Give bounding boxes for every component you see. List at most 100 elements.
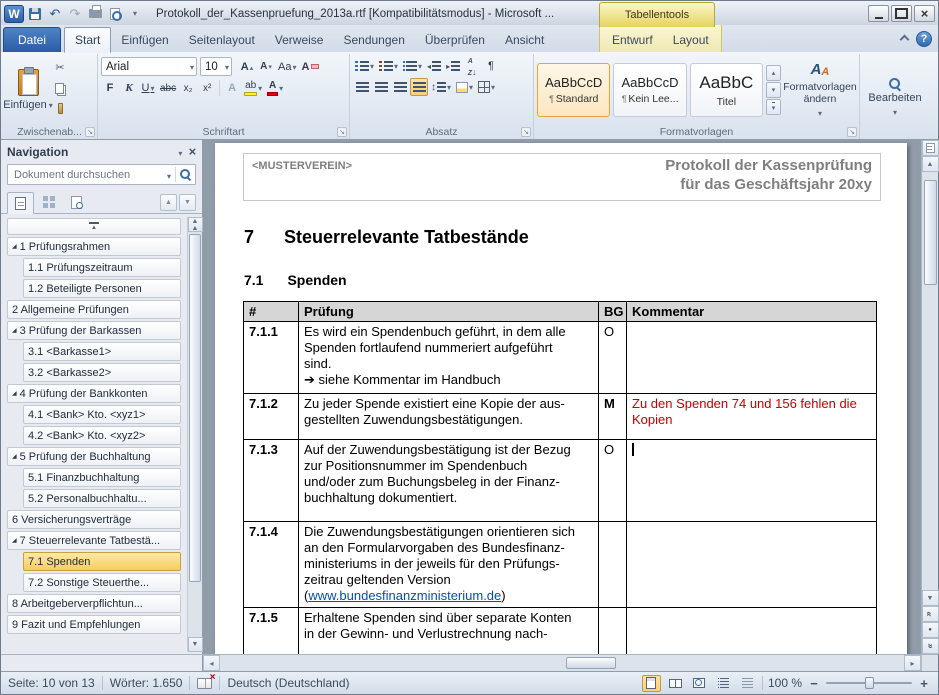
document-page[interactable]: <MUSTERVEREIN> Protokoll der Kassenprüfu… (215, 143, 907, 654)
align-right-button[interactable] (391, 78, 409, 96)
bg-cell[interactable]: M (599, 394, 627, 440)
nav-item-8[interactable]: 8 Arbeitgeberverpflichtun... (7, 594, 181, 613)
kommentar-cell[interactable] (627, 608, 877, 654)
tab-entwurf[interactable]: Entwurf (602, 28, 663, 52)
nav-item-4.1[interactable]: 4.1 <Bank> Kto. <xyz1> (23, 405, 181, 424)
scroll-left-button[interactable] (203, 655, 220, 671)
search-options-dropdown[interactable] (167, 168, 171, 182)
proofing-status-icon[interactable] (197, 678, 212, 689)
collapse-triangle-icon[interactable]: ◢ (12, 391, 17, 397)
next-page-button[interactable] (922, 638, 939, 654)
highlight-color-button[interactable]: ab (242, 79, 264, 97)
styles-scroll-up-button[interactable] (766, 65, 781, 81)
header-right-text[interactable]: Protokoll der Kassenprüfung für das Gesc… (665, 157, 872, 195)
close-button[interactable] (914, 5, 935, 22)
increase-indent-button[interactable] (444, 57, 462, 75)
font-color-button[interactable]: A (265, 79, 285, 97)
bullets-button[interactable] (353, 57, 376, 75)
bg-cell[interactable] (599, 608, 627, 654)
print-layout-view-button[interactable] (642, 675, 661, 692)
justify-button[interactable] (410, 78, 428, 96)
nav-item-5.2[interactable]: 5.2 Personalbuchhaltu... (23, 489, 181, 508)
paste-button[interactable]: Einfügen (5, 56, 51, 124)
pruefung-cell[interactable]: Die Zuwendungsbestätigungen orientieren … (299, 522, 599, 608)
tab-browse-pages[interactable] (35, 191, 62, 213)
nav-item-5.1[interactable]: 5.1 Finanzbuchhaltung (23, 468, 181, 487)
tab-verweise[interactable]: Verweise (265, 28, 334, 52)
font-name-select[interactable]: Arial (101, 57, 197, 76)
style-kein-leerraum[interactable]: AaBbCcD Kein Lee... (613, 63, 686, 117)
change-styles-button[interactable]: Formatvorlagen ändern (784, 61, 856, 118)
decrease-indent-button[interactable] (425, 57, 443, 75)
zoom-out-button[interactable] (807, 677, 821, 690)
header-left-text[interactable]: <MUSTERVEREIN> (252, 157, 352, 172)
pruefung-cell[interactable]: Erhaltene Spenden sind über separate Kon… (299, 608, 599, 654)
close-pane-icon[interactable] (188, 145, 196, 159)
tab-layout[interactable]: Layout (663, 28, 719, 52)
nav-item-1.2[interactable]: 1.2 Beteiligte Personen (23, 279, 181, 298)
ruler-toggle-button[interactable] (922, 140, 939, 156)
format-painter-button[interactable] (51, 99, 69, 117)
nav-item-6[interactable]: 6 Versicherungsverträge (7, 510, 181, 529)
italic-button[interactable]: K (120, 79, 138, 97)
undo-button[interactable]: ↶ (46, 5, 64, 23)
styles-dialog-launcher[interactable] (847, 127, 857, 137)
draft-view-button[interactable] (738, 675, 757, 692)
page-count-status[interactable]: Seite: 10 von 13 (8, 676, 95, 690)
next-heading-button[interactable] (179, 194, 196, 211)
text-effects-button[interactable]: A (223, 79, 241, 97)
pane-options-dropdown[interactable] (178, 145, 182, 159)
bg-cell[interactable]: O (599, 440, 627, 522)
tab-sendungen[interactable]: Sendungen (333, 28, 414, 52)
tab-ansicht[interactable]: Ansicht (495, 28, 554, 52)
nav-item-2[interactable]: 2 Allgemeine Prüfungen (7, 300, 181, 319)
grow-font-button[interactable]: A (238, 58, 256, 76)
scroll-up-button[interactable] (922, 156, 939, 172)
strikethrough-button[interactable]: abc (158, 79, 178, 97)
word-logo-icon[interactable]: W (4, 5, 24, 23)
pruefung-cell[interactable]: Es wird ein Spendenbuch geführt, in dem … (299, 322, 599, 394)
kommentar-cell[interactable]: Zu den Spenden 74 und 156 fehlen die Kop… (627, 394, 877, 440)
nav-item-4.2[interactable]: 4.2 <Bank> Kto. <xyz2> (23, 426, 181, 445)
tab-datei[interactable]: Datei (3, 27, 61, 52)
horizontal-scrollbar[interactable] (220, 655, 904, 671)
bg-cell[interactable] (599, 522, 627, 608)
sort-button[interactable] (463, 57, 481, 75)
previous-heading-button[interactable] (160, 194, 177, 211)
zoom-level[interactable]: 100 % (768, 676, 802, 690)
row-id-cell[interactable]: 7.1.4 (244, 522, 299, 608)
nav-item-7[interactable]: ◢7 Steuerrelevante Tatbestä... (7, 531, 181, 550)
clipboard-dialog-launcher[interactable] (85, 127, 95, 137)
maximize-button[interactable] (891, 5, 912, 22)
change-case-button[interactable]: Aa (276, 58, 298, 76)
tab-seitenlayout[interactable]: Seitenlayout (179, 28, 265, 52)
editing-button[interactable]: Bearbeiten (863, 56, 927, 139)
heading-section-7-1[interactable]: 7.1 Spenden (244, 272, 881, 288)
kommentar-cell[interactable] (627, 440, 877, 522)
scroll-down-button[interactable] (922, 590, 939, 606)
row-id-cell[interactable]: 7.1.5 (244, 608, 299, 654)
styles-gallery-more-button[interactable] (766, 99, 781, 115)
tab-browse-results[interactable] (63, 191, 90, 213)
nav-item-7.2[interactable]: 7.2 Sonstige Steuerthe... (23, 573, 181, 592)
tab-ueberpruefen[interactable]: Überprüfen (415, 28, 495, 52)
collapse-triangle-icon[interactable]: ◢ (12, 454, 17, 460)
print-preview-button[interactable] (106, 5, 124, 23)
nav-item-1.1[interactable]: 1.1 Prüfungszeitraum (23, 258, 181, 277)
styles-scroll-down-button[interactable] (766, 82, 781, 98)
numbering-button[interactable] (377, 57, 400, 75)
kommentar-cell[interactable] (627, 522, 877, 608)
tab-einfuegen[interactable]: Einfügen (111, 28, 178, 52)
quick-print-button[interactable] (86, 5, 104, 23)
nav-item-4[interactable]: ◢4 Prüfung der Bankkonten (7, 384, 181, 403)
row-id-cell[interactable]: 7.1.1 (244, 322, 299, 394)
language-status[interactable]: Deutsch (Deutschland) (227, 676, 349, 690)
style-titel[interactable]: AaBbC Titel (690, 63, 763, 117)
row-id-cell[interactable]: 7.1.3 (244, 440, 299, 522)
cut-button[interactable]: ✂ (51, 59, 69, 77)
search-icon[interactable] (180, 169, 191, 180)
navigation-scrollbar[interactable]: ▲ ▼ (187, 217, 202, 652)
qat-customize-button[interactable] (126, 5, 144, 23)
pruefung-cell[interactable]: Zu jeder Spende existiert eine Kopie der… (299, 394, 599, 440)
copy-button[interactable] (51, 79, 69, 97)
